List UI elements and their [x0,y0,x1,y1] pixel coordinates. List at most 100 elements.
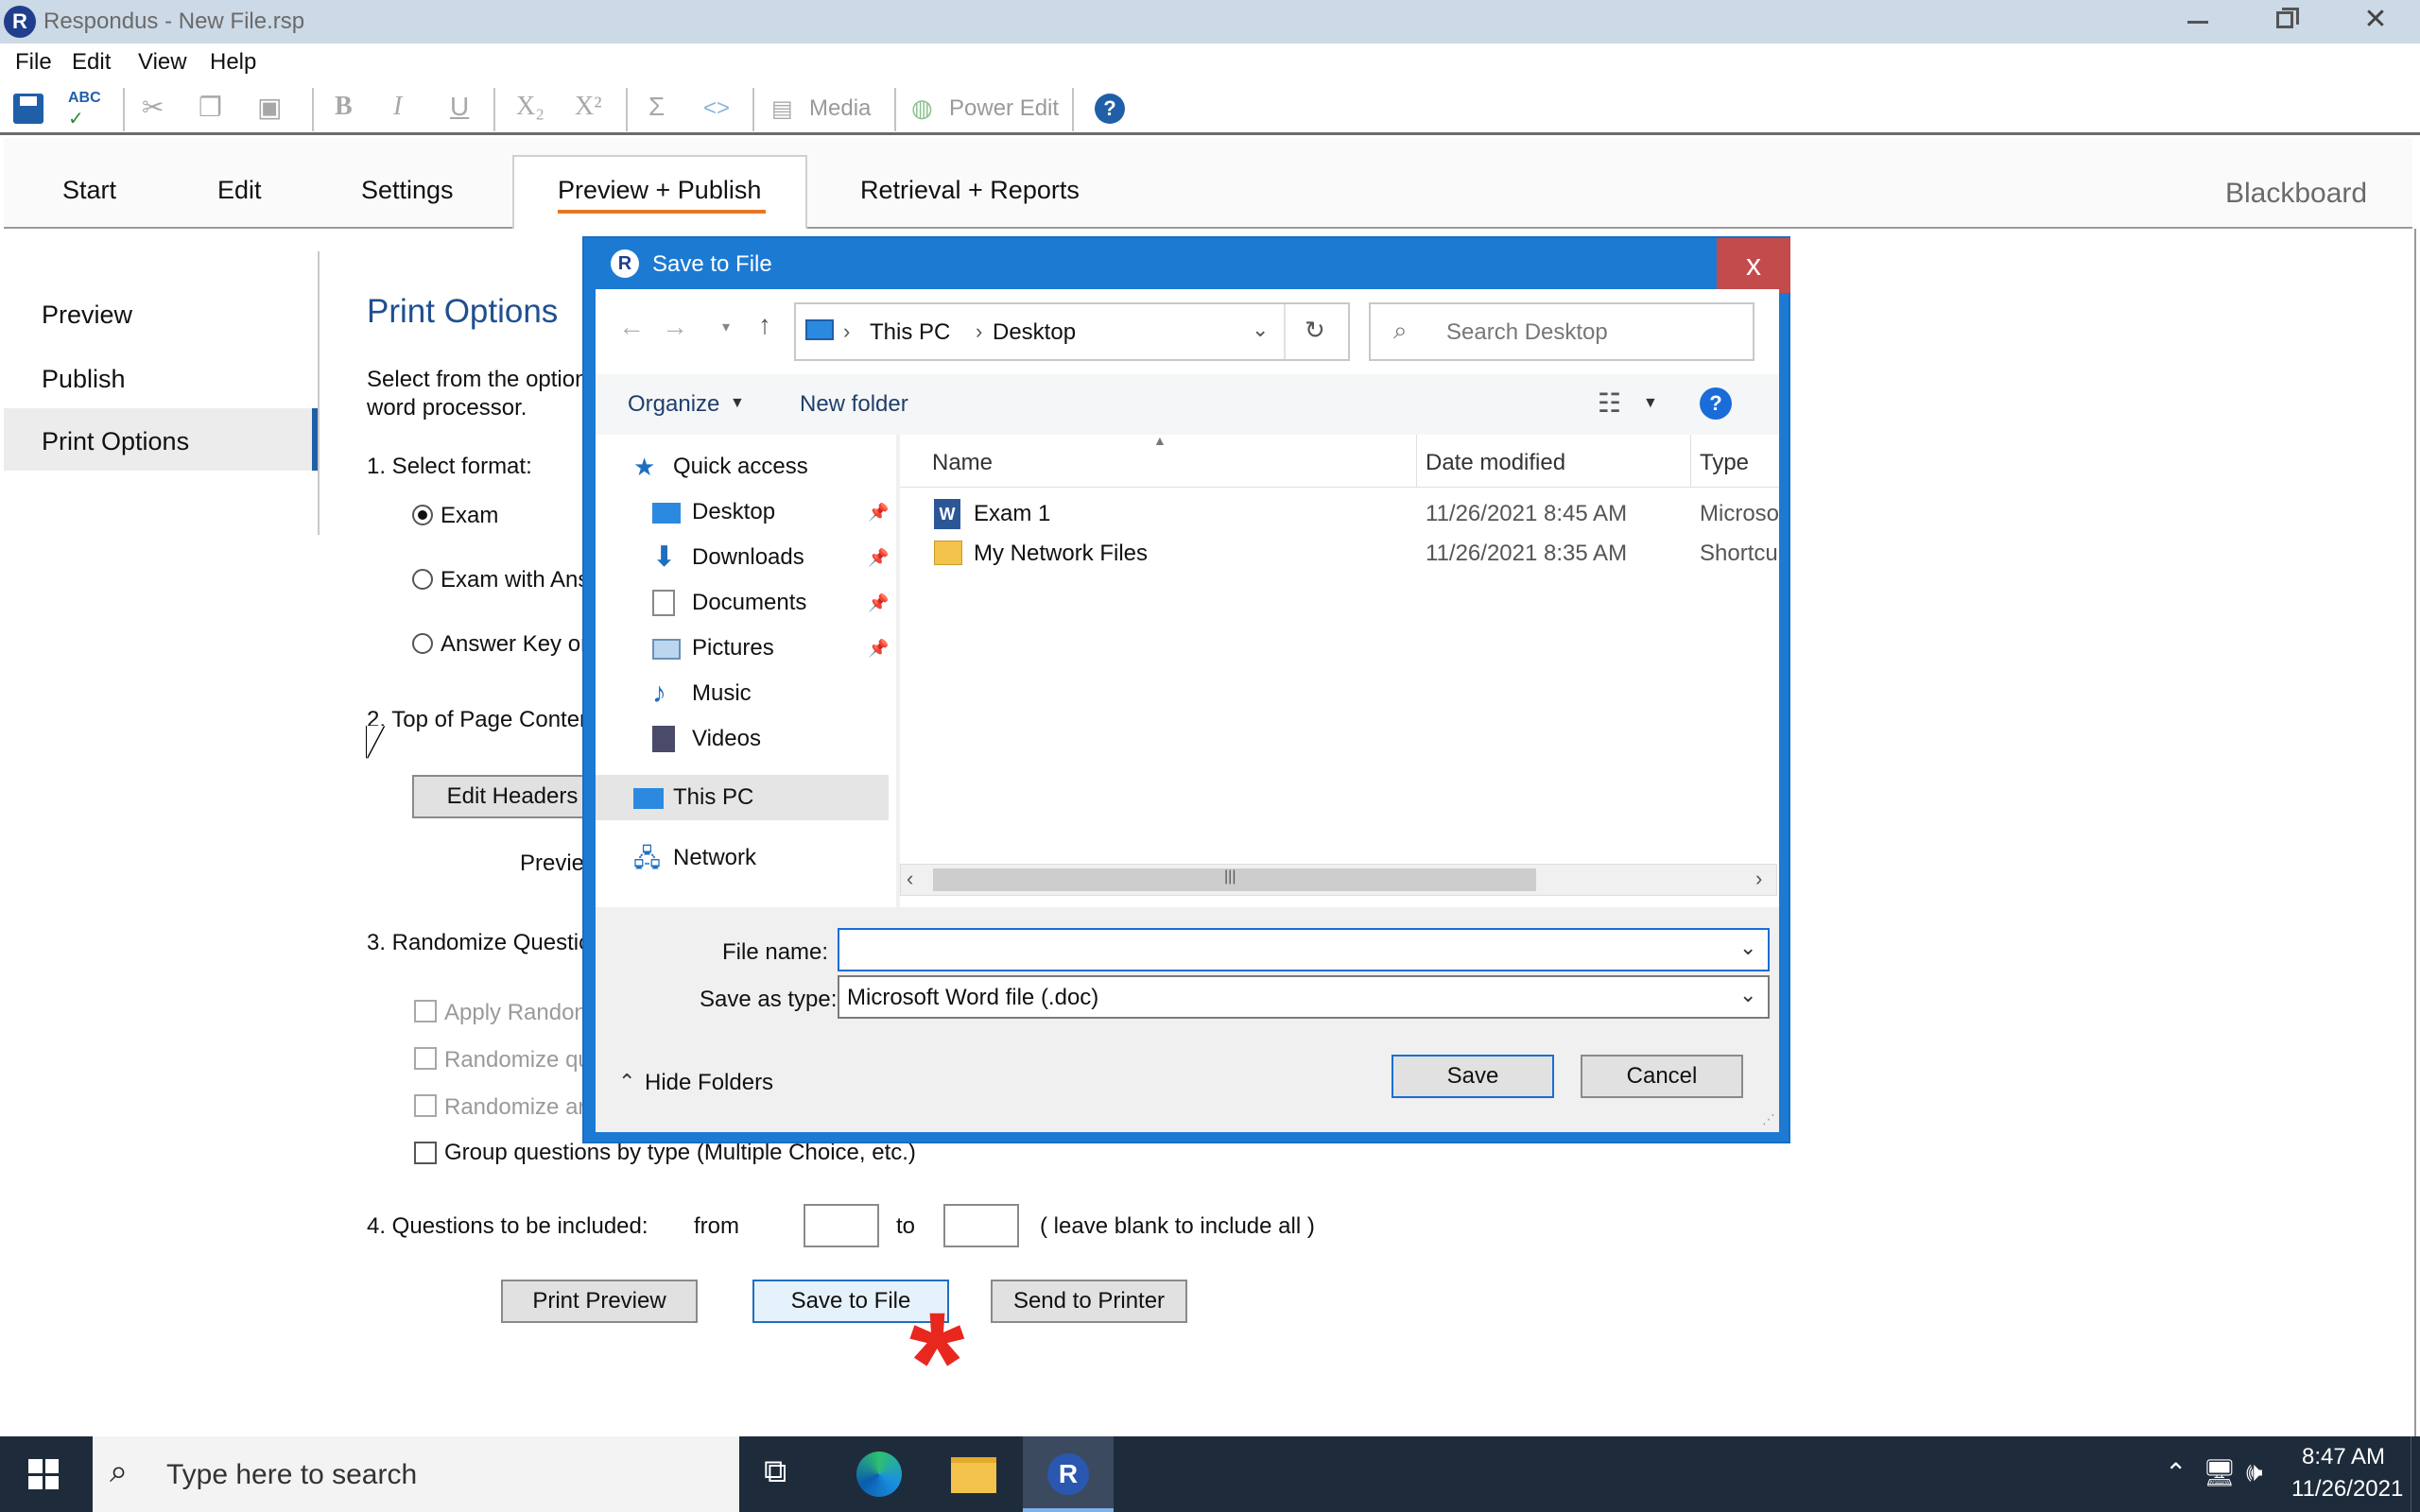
spellcheck-icon[interactable]: ABC ✓ [68,90,101,130]
checkbox-apply-random[interactable] [414,1000,437,1022]
html-code-icon[interactable]: <> [703,95,730,122]
nav-music[interactable]: ♪ Music [596,671,889,716]
search-box[interactable]: ⌕ Search Desktop [1369,302,1754,361]
restore-button[interactable] [2240,0,2331,43]
volume-icon[interactable]: 🕪 [2246,1457,2263,1488]
radio-answer-key[interactable] [412,633,433,654]
address-bar[interactable]: › This PC › Desktop ⌄ ↻ [794,302,1350,361]
edge-browser-icon[interactable] [856,1452,902,1497]
tab-settings[interactable]: Settings [361,176,454,205]
task-view-icon[interactable]: ⧉ [764,1453,786,1490]
close-window-button[interactable]: ✕ [2331,0,2420,43]
refresh-icon[interactable]: ↻ [1305,316,1325,345]
save-icon[interactable] [13,94,43,124]
dialog-save-button[interactable]: Save [1392,1055,1554,1098]
radio-exam-with-answers[interactable] [412,569,433,590]
scrollbar-thumb[interactable]: ||| [933,868,1536,891]
power-edit-icon[interactable]: ◍ [911,94,933,123]
breadcrumb-this-pc[interactable]: This PC [870,319,950,346]
print-preview-button[interactable]: Print Preview [501,1280,698,1323]
address-dropdown-icon[interactable]: ⌄ [1252,318,1269,342]
menu-view[interactable]: View [138,49,187,76]
subscript-icon[interactable]: X₂ [516,92,544,122]
file-explorer-icon[interactable] [951,1457,996,1493]
nav-pictures[interactable]: Pictures 📌 [596,626,889,671]
dialog-close-button[interactable]: x [1717,238,1790,293]
minimize-button[interactable] [2155,0,2240,43]
breadcrumb-desktop[interactable]: Desktop [993,319,1076,346]
cut-icon[interactable]: ✂ [142,92,164,123]
column-date-modified[interactable]: Date modified [1426,450,1565,476]
from-input[interactable] [804,1204,879,1247]
recent-locations-icon[interactable]: ▾ [722,318,730,336]
menu-edit[interactable]: Edit [72,49,111,76]
media-icon[interactable]: ▤ [771,95,793,123]
view-dropdown-icon[interactable]: ▼ [1643,395,1658,412]
respondus-taskbar-button[interactable]: R [1023,1436,1114,1512]
scroll-left-icon[interactable]: ‹ [907,867,913,891]
tab-start[interactable]: Start [62,176,116,205]
to-input[interactable] [943,1204,1019,1247]
tab-edit[interactable]: Edit [217,176,262,205]
copy-icon[interactable]: ❐ [199,92,222,123]
checkbox-group-by-type[interactable] [414,1142,437,1164]
horizontal-scrollbar[interactable]: ‹ ||| › [900,864,1777,896]
nav-videos[interactable]: Videos [596,716,889,762]
file-row[interactable]: My Network Files 11/26/2021 8:35 AM Shor… [900,535,1779,573]
file-name-input[interactable]: ⌄ [838,928,1770,971]
tab-preview-publish[interactable]: Preview + Publish [512,155,807,231]
nav-this-pc[interactable]: This PC [596,775,889,820]
media-button[interactable]: Media [809,95,871,122]
this-pc-icon [633,788,664,809]
hide-folders-button[interactable]: Hide Folders [645,1070,773,1096]
help-icon[interactable]: ? [1095,94,1125,124]
resize-grip-icon[interactable]: ⋰ [1762,1111,1775,1127]
send-to-printer-button[interactable]: Send to Printer [991,1280,1187,1323]
bold-icon[interactable]: B [335,92,353,122]
equation-icon[interactable]: Σ [648,92,665,122]
search-icon: ⌕ [110,1453,129,1489]
checkbox-randomize-answers[interactable] [414,1094,437,1117]
underline-icon[interactable]: U [450,92,469,122]
dialog-help-icon[interactable]: ? [1700,387,1732,420]
view-options-icon[interactable]: ☷ [1598,387,1621,419]
tab-retrieval-reports[interactable]: Retrieval + Reports [860,176,1080,205]
back-arrow-icon[interactable]: ← [618,312,645,342]
show-desktop-button[interactable] [2411,1436,2420,1512]
forward-arrow-icon[interactable]: → [662,312,688,342]
nav-downloads[interactable]: ⬇ Downloads 📌 [596,535,889,580]
start-button[interactable] [0,1436,89,1512]
nav-desktop[interactable]: Desktop 📌 [596,490,889,535]
nav-quick-access[interactable]: ★ Quick access [596,444,889,490]
column-type[interactable]: Type [1700,450,1749,476]
checkbox-randomize-questions[interactable] [414,1047,437,1070]
sidebar-item-publish[interactable]: Publish [42,365,126,394]
file-row[interactable]: W Exam 1 11/26/2021 8:45 AM Microso [900,495,1779,533]
up-arrow-icon[interactable]: ↑ [758,310,771,340]
italic-icon[interactable]: I [393,92,402,122]
paste-icon[interactable]: ▣ [257,92,282,123]
sidebar-item-print-options[interactable]: Print Options [4,408,318,471]
scroll-right-icon[interactable]: › [1755,867,1762,891]
chevron-down-icon[interactable]: ⌄ [1739,936,1756,960]
column-name[interactable]: Name [932,450,993,476]
menu-help[interactable]: Help [210,49,256,76]
power-edit-button[interactable]: Power Edit [949,95,1059,122]
network-status-icon[interactable]: 🖥 [2203,1457,2237,1488]
taskbar-clock[interactable]: 8:47 AM 11/26/2021 [2291,1444,2403,1503]
sidebar-item-preview[interactable]: Preview [42,301,132,330]
dialog-cancel-button[interactable]: Cancel [1581,1055,1743,1098]
navigation-pane: ★ Quick access Desktop 📌 ⬇ Downloads 📌 Doc… [596,435,896,907]
show-hidden-icons[interactable]: ⌃ [2165,1457,2187,1488]
radio-exam[interactable] [412,505,433,525]
menu-file[interactable]: File [15,49,52,76]
chevron-up-icon[interactable]: ⌃ [618,1070,635,1094]
superscript-icon[interactable]: X² [575,92,602,122]
chevron-down-icon[interactable]: ⌄ [1739,983,1756,1007]
organize-menu[interactable]: Organize [628,391,719,418]
save-as-type-select[interactable]: Microsoft Word file (.doc) ⌄ [838,975,1770,1019]
nav-network[interactable]: 🖧 Network [596,835,889,881]
nav-documents[interactable]: Documents 📌 [596,580,889,626]
new-folder-button[interactable]: New folder [800,391,908,418]
taskbar-search-box[interactable]: ⌕ Type here to search [93,1436,739,1512]
